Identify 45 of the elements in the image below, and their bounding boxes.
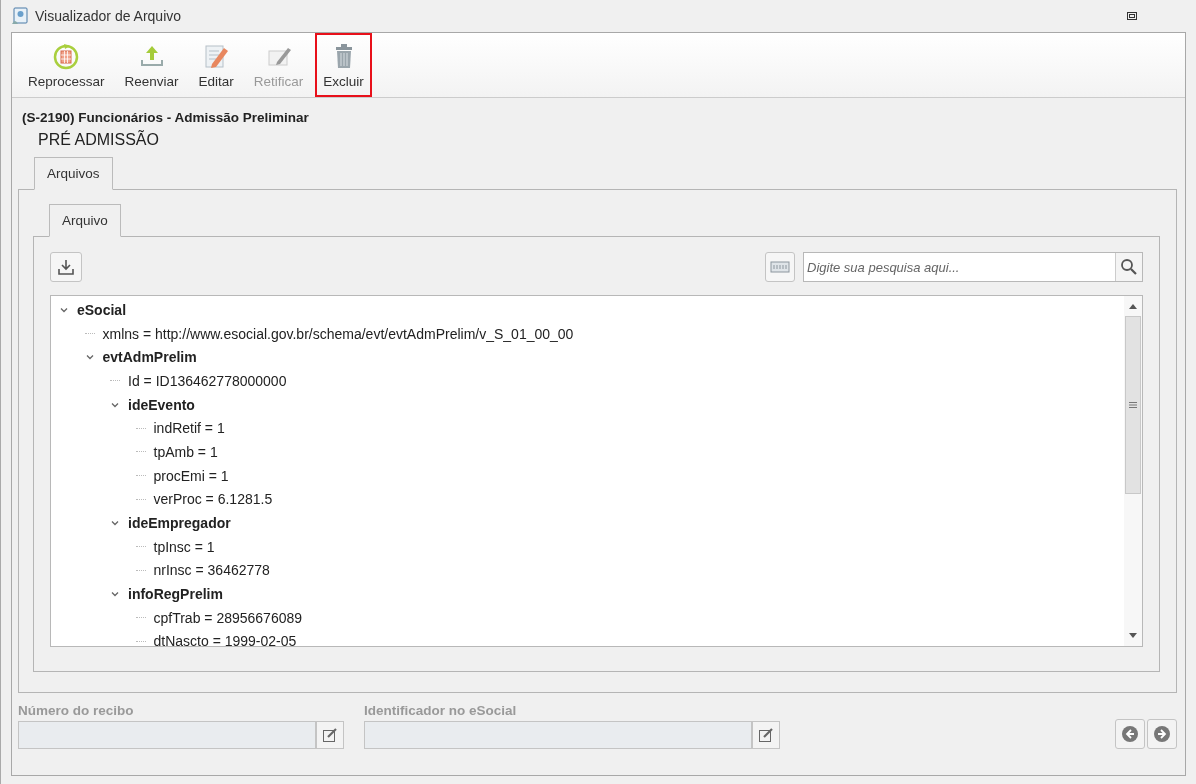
field-label: Identificador no eSocial	[364, 703, 518, 718]
toolbar-button[interactable]: Editar	[190, 33, 242, 97]
search-icon	[1120, 258, 1138, 276]
tree-node[interactable]: nrInsc = 36462778	[153, 562, 270, 579]
refresh-calculator-icon	[52, 41, 81, 70]
tree-node[interactable]: evtAdmPrelim	[102, 349, 197, 366]
field-label: Número do recibo	[18, 703, 135, 718]
toolbar-button[interactable]: Reprocessar	[20, 33, 113, 97]
edit-button[interactable]	[752, 721, 780, 749]
tree-node[interactable]: infoRegPrelim	[128, 586, 223, 603]
edit-button[interactable]	[316, 721, 344, 749]
tree-node[interactable]: eSocial	[77, 301, 127, 318]
tab[interactable]: Arquivos	[34, 157, 113, 190]
tree-node[interactable]: cpfTrab = 28956676089	[153, 609, 303, 626]
edit-icon	[758, 727, 774, 743]
tree-node[interactable]: ideEvento	[128, 396, 195, 413]
tree-node[interactable]: indRetif = 1	[153, 420, 225, 437]
next-button[interactable]	[1147, 719, 1177, 749]
scroll-up-icon[interactable]	[1128, 302, 1138, 310]
restore-icon[interactable]	[1126, 10, 1138, 22]
scroll-thumb[interactable]	[1125, 316, 1141, 494]
download-icon	[57, 258, 75, 276]
toolbar-button[interactable]: Excluir	[315, 33, 372, 97]
input-field[interactable]	[18, 721, 316, 749]
tree-node[interactable]: verProc = 6.1281.5	[153, 491, 273, 508]
tab[interactable]: Arquivo	[49, 204, 121, 237]
tree-node[interactable]: procEmi = 1	[153, 467, 229, 484]
event-subtitle: PRÉ ADMISSÃO	[38, 131, 160, 149]
tree-node[interactable]: tpInsc = 1	[153, 538, 215, 555]
download-button[interactable]	[50, 252, 82, 282]
toolbar-button[interactable]: Reenviar	[116, 33, 187, 97]
tree-node[interactable]: xmlns = http://www.esocial.gov.br/schema/evt/evtAdmPrelim/v_S_01_00_00	[102, 325, 574, 342]
edit-icon	[322, 727, 338, 743]
search-button[interactable]	[1115, 253, 1142, 281]
previous-button[interactable]	[1115, 719, 1145, 749]
tree-node[interactable]: ideEmpregador	[128, 515, 231, 532]
tree-node[interactable]: dtNascto = 1999-02-05	[153, 633, 297, 650]
scrollbar[interactable]	[1124, 296, 1142, 646]
document-viewer-icon	[11, 7, 29, 25]
window-title: Visualizador de Arquivo	[35, 8, 183, 24]
tree-node[interactable]: Id = ID136462778000000	[128, 372, 287, 389]
input-field[interactable]	[364, 721, 752, 749]
scroll-down-icon[interactable]	[1128, 632, 1138, 640]
event-title: (S-2190) Funcionários - Admissão Preliminar	[22, 110, 310, 125]
tree-node[interactable]: tpAmb = 1	[153, 443, 218, 460]
